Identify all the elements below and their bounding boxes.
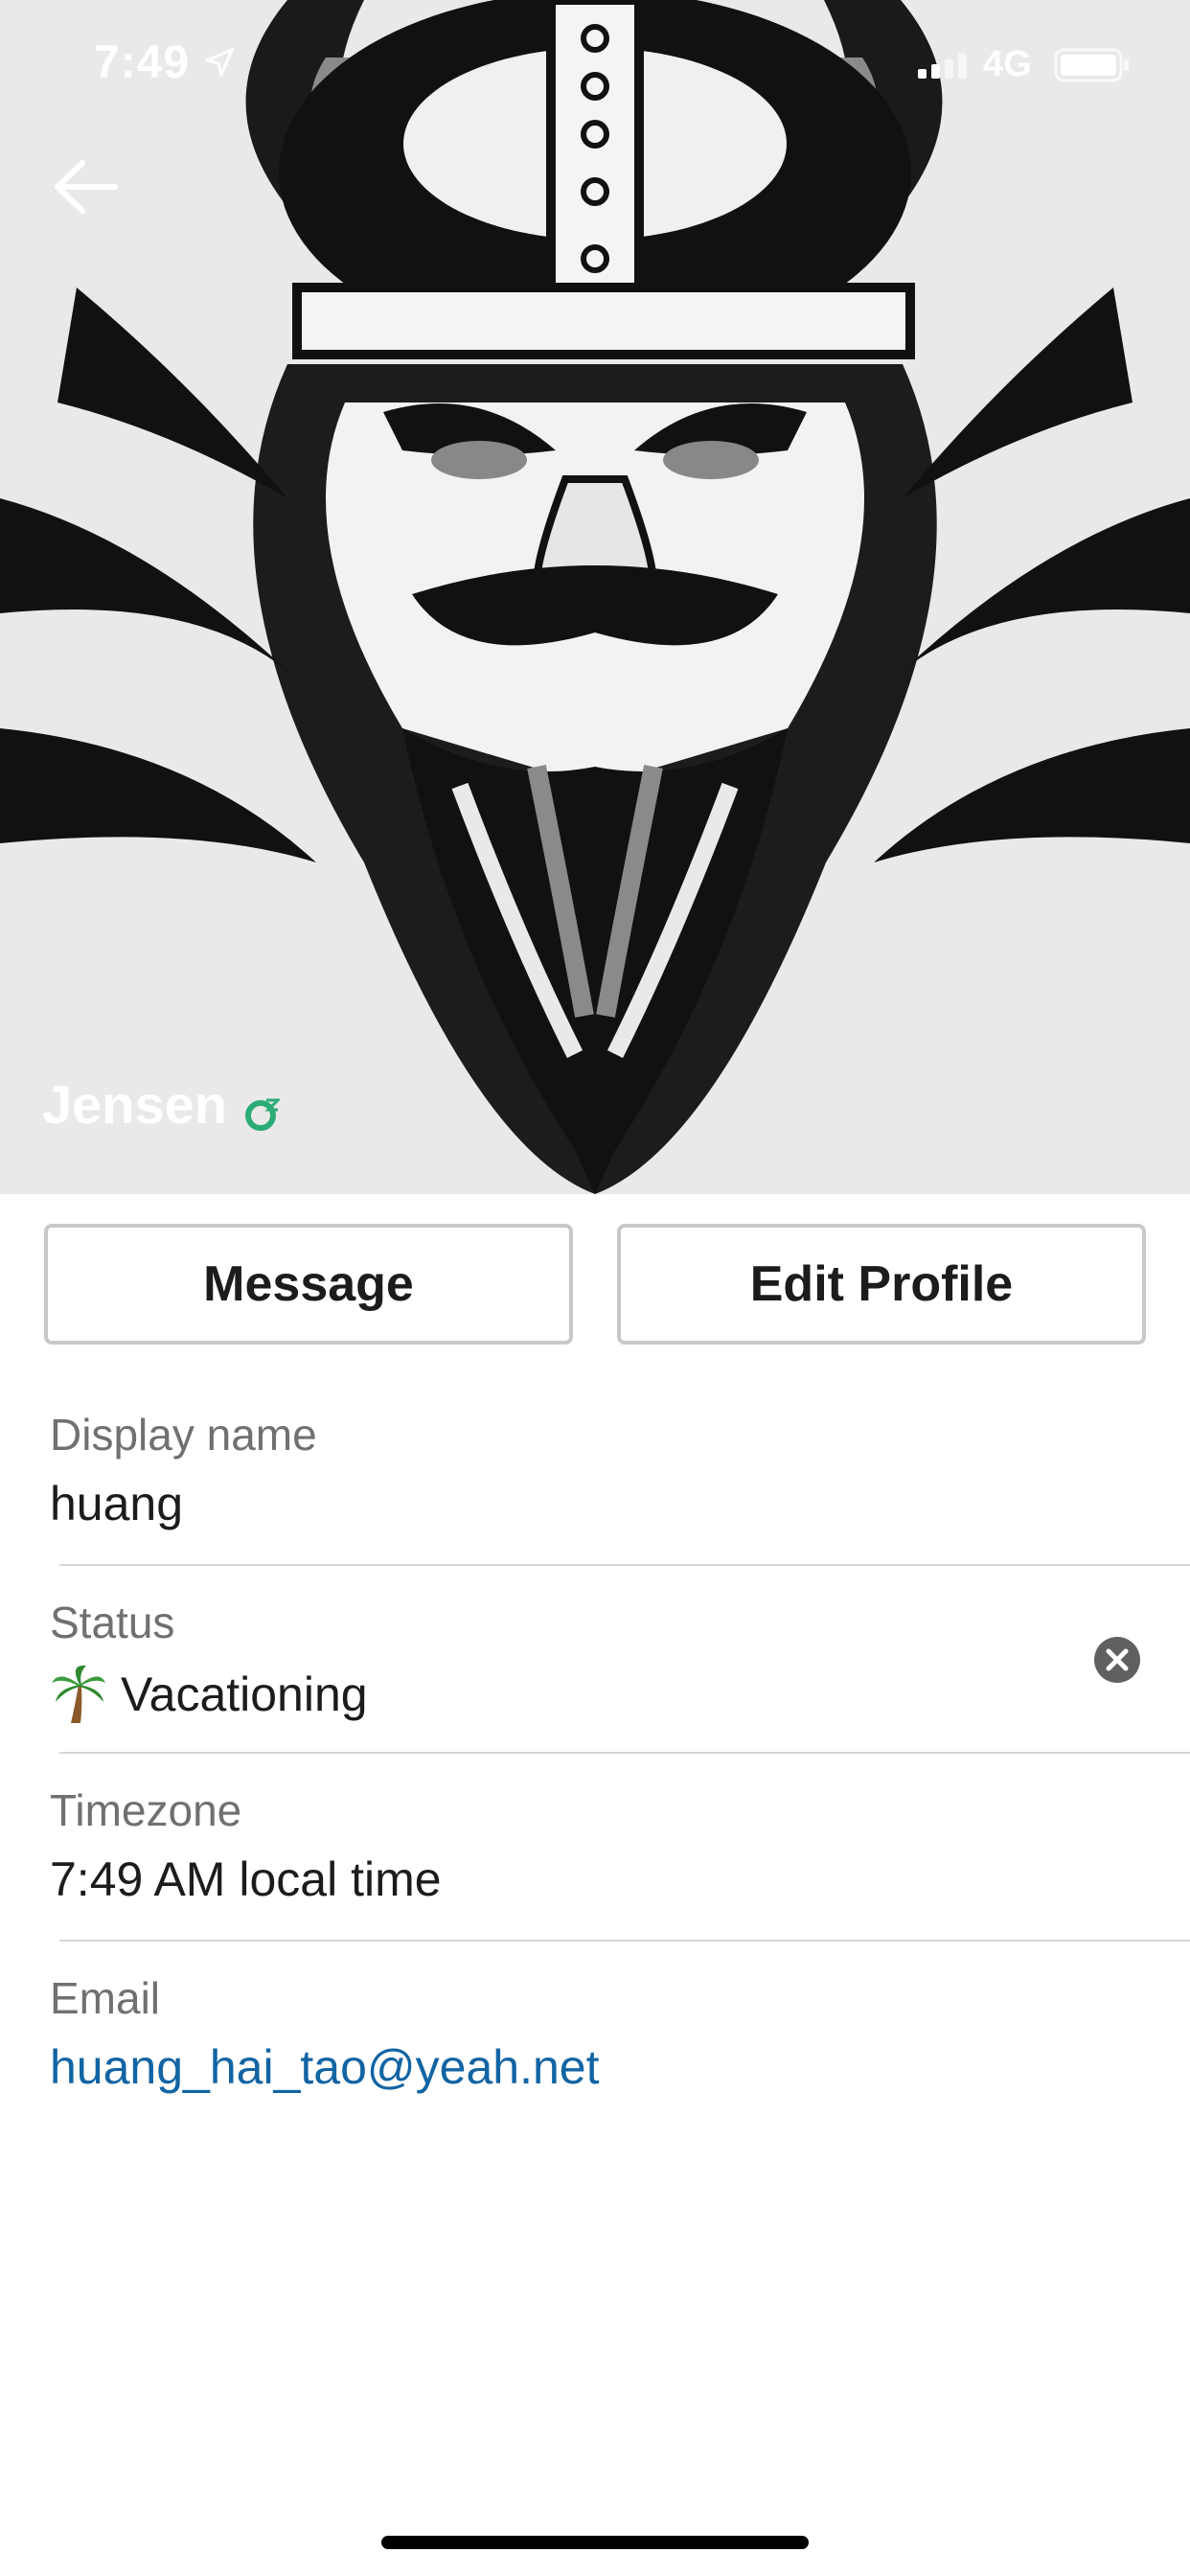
divider — [59, 1564, 1190, 1566]
network-type: 4G — [983, 44, 1032, 84]
home-indicator[interactable] — [381, 2536, 809, 2549]
location-arrow-icon — [205, 48, 234, 77]
back-button[interactable] — [48, 153, 125, 220]
status-bar: 7:49 4G — [0, 0, 1190, 134]
email-link[interactable]: huang_hai_tao@yeah.net — [50, 2039, 1190, 2095]
battery-icon — [1054, 48, 1129, 82]
display-name-label: Display name — [50, 1410, 317, 1460]
profile-name: Jensen — [42, 1074, 227, 1135]
status-value: Vacationing — [121, 1668, 368, 1721]
profile-photo: 7:49 4G Jensen — [0, 0, 1190, 1194]
status-field[interactable]: Status Vacationing — [50, 1597, 1190, 1725]
clear-status-button[interactable] — [1092, 1635, 1142, 1685]
email-field: Email huang_hai_tao@yeah.net — [50, 1972, 1190, 2095]
timezone-label: Timezone — [50, 1785, 242, 1835]
timezone-field: Timezone 7:49 AM local time — [50, 1784, 1190, 1907]
status-time: 7:49 — [94, 37, 191, 88]
message-button[interactable]: Message — [44, 1224, 573, 1345]
timezone-value: 7:49 AM local time — [50, 1852, 442, 1906]
divider — [59, 1940, 1190, 1942]
presence-away-icon — [245, 1098, 280, 1131]
viking-avatar-image — [0, 0, 1190, 1194]
email-label: Email — [50, 1973, 161, 2023]
divider — [59, 1752, 1190, 1754]
palm-tree-icon — [52, 1665, 105, 1723]
edit-profile-button[interactable]: Edit Profile — [617, 1224, 1146, 1345]
status-label: Status — [50, 1598, 175, 1647]
arrow-left-icon — [55, 160, 118, 214]
display-name-value: huang — [50, 1477, 184, 1530]
close-circle-icon — [1094, 1637, 1140, 1683]
display-name-field: Display name huang — [50, 1409, 1190, 1531]
signal-icon — [918, 54, 967, 79]
